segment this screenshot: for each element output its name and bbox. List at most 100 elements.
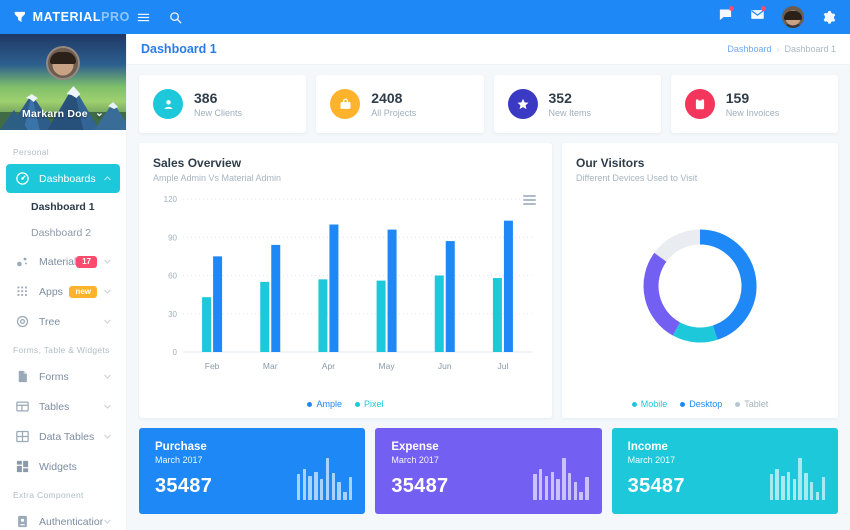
tile-title: Expense: [391, 441, 439, 453]
stat-label: New Items: [548, 107, 592, 118]
search-icon[interactable]: [168, 10, 183, 25]
svg-text:30: 30: [168, 310, 177, 319]
tile-purchase[interactable]: Purchase March 2017 35487: [139, 428, 366, 514]
sparkline-bar: [325, 457, 330, 500]
chat-notification[interactable]: [718, 6, 734, 27]
tile-income[interactable]: Income March 2017 35487: [611, 428, 838, 514]
profile-avatar-hair: [50, 52, 76, 65]
svg-text:Jun: Jun: [438, 361, 452, 371]
sparkline-bar: [296, 474, 301, 500]
hamburger-icon[interactable]: [136, 10, 151, 25]
sparkline-bar: [792, 478, 797, 500]
sparkline-bar: [320, 478, 324, 500]
speedometer-icon: [16, 172, 29, 185]
chevron-down-icon: [104, 434, 111, 439]
sparkline-bar: [567, 472, 572, 500]
legend-label: Desktop: [689, 399, 723, 409]
sidebar-item-apps[interactable]: Apps new: [6, 277, 120, 306]
sidebar-item-forms[interactable]: Forms: [6, 362, 120, 391]
profile-name-row[interactable]: Markarn Doe ⌄: [0, 107, 126, 120]
sparkline-bar: [544, 476, 549, 500]
card-title: Our Visitors: [576, 156, 645, 170]
sidebar-profile[interactable]: Markarn Doe ⌄: [0, 34, 126, 130]
sidebar-item-label: Material Ui: [39, 255, 77, 268]
legend-item-desktop[interactable]: Desktop: [680, 399, 722, 409]
breadcrumb-parent[interactable]: Dashboard: [727, 44, 771, 54]
gear-icon[interactable]: [821, 10, 836, 25]
sparkline-bar: [585, 477, 589, 500]
profile-avatar[interactable]: [46, 46, 80, 80]
tile-expense[interactable]: Expense March 2017 35487: [375, 428, 602, 514]
main-content: Dashboard 1 Dashboard › Dashboard 1 386 …: [127, 34, 850, 530]
tile-title: Purchase: [155, 441, 207, 453]
legend-swatch: [355, 401, 360, 407]
sidebar-item-material-ui[interactable]: Material Ui 17: [6, 247, 120, 276]
chevron-down-icon: [104, 519, 111, 524]
sidebar-item-dashboard-1[interactable]: Dashboard 1: [6, 194, 120, 220]
stat-value: 352: [548, 90, 572, 107]
legend-item-ample[interactable]: Ample: [307, 399, 342, 409]
legend-label: Ample: [316, 399, 342, 409]
sparkline-bar: [556, 478, 560, 500]
sidebar-item-data-tables[interactable]: Data Tables: [6, 422, 120, 451]
user-icon: [153, 89, 183, 119]
stat-label: New Clients: [194, 107, 243, 118]
sidebar-nav: Personal Dashboards Dashboard 1 Dashboar…: [0, 130, 126, 530]
brand-logo-area[interactable]: MATERIALPRO: [0, 9, 130, 25]
sidebar-item-tree[interactable]: Tree: [6, 307, 120, 336]
chevron-down-icon: [104, 289, 111, 294]
sparkline-expense: [533, 456, 589, 500]
sparkline-bar: [769, 474, 773, 500]
avatar[interactable]: [782, 6, 804, 28]
table-icon: [16, 401, 29, 412]
stat-card-all-projects[interactable]: 2408 All Projects: [316, 75, 484, 133]
hamburger-icon[interactable]: [523, 195, 536, 207]
sparkline-bar: [804, 472, 808, 500]
bar-chart-svg[interactable]: 0 30 60 90 120 Feb Mar Apr May Jun Jul: [153, 193, 538, 378]
legend-item-tablet[interactable]: Tablet: [735, 399, 768, 409]
sidebar-item-widgets[interactable]: Widgets: [6, 452, 120, 481]
dashboard-page: MATERIALPRO Markarn Doe ⌄ Personal Dashb…: [0, 0, 850, 530]
sparkline-bar: [798, 457, 802, 500]
summary-tiles-row: Purchase March 2017 35487 Expense March …: [139, 428, 838, 514]
app-logo-icon: [14, 11, 25, 23]
stat-card-new-items[interactable]: 352 New Items: [493, 75, 661, 133]
star-icon: [507, 89, 538, 119]
page-header: Dashboard 1 Dashboard › Dashboard 1: [127, 34, 850, 65]
sidebar-item-label: Data Tables: [39, 430, 95, 443]
sparkline-bar: [573, 482, 578, 500]
breadcrumb-separator: ›: [776, 44, 780, 54]
clipboard-icon: [684, 89, 715, 119]
sidebar-section-personal: Personal: [13, 147, 49, 157]
bubbles-icon: [17, 257, 27, 267]
grid-dots-icon: [17, 286, 27, 296]
chevron-down-icon: [104, 259, 111, 264]
sidebar-item-authentication[interactable]: Authentication: [6, 507, 120, 530]
chat-icon[interactable]: [718, 7, 733, 22]
stat-card-new-clients[interactable]: 386 New Clients: [139, 75, 307, 133]
legend-swatch: [735, 401, 741, 407]
sidebar-item-dashboards[interactable]: Dashboards: [6, 164, 120, 193]
sidebar-item-dashboard-2[interactable]: Dashboard 2: [6, 220, 120, 246]
mail-notification[interactable]: [750, 6, 766, 27]
mail-icon[interactable]: [750, 7, 765, 22]
legend-item-mobile[interactable]: Mobile: [631, 399, 667, 409]
sidebar-item-label: Tables: [39, 400, 70, 413]
legend-item-pixel[interactable]: Pixel: [355, 399, 384, 409]
sparkline-bar: [308, 476, 312, 500]
id-card-icon: [18, 515, 27, 528]
stat-label: All Projects: [371, 107, 417, 118]
card-subtitle: Different Devices Used to Visit: [576, 173, 698, 183]
profile-name: Markarn Doe: [22, 108, 88, 120]
stat-label: New Invoices: [725, 107, 780, 118]
donut-chart-svg[interactable]: [637, 223, 763, 349]
stat-card-new-invoices[interactable]: 159 New Invoices: [670, 75, 838, 133]
sparkline-bar: [302, 469, 307, 500]
breadcrumb-current: Dashboard 1: [784, 44, 836, 54]
sparkline-bar: [562, 457, 566, 500]
sparkline-bar: [810, 482, 814, 500]
sparkline-purchase: [296, 456, 353, 500]
brand-accent: PRO: [101, 10, 130, 24]
our-visitors-card: Our Visitors Different Devices Used to V…: [562, 143, 838, 418]
sidebar-item-tables[interactable]: Tables: [6, 392, 120, 421]
